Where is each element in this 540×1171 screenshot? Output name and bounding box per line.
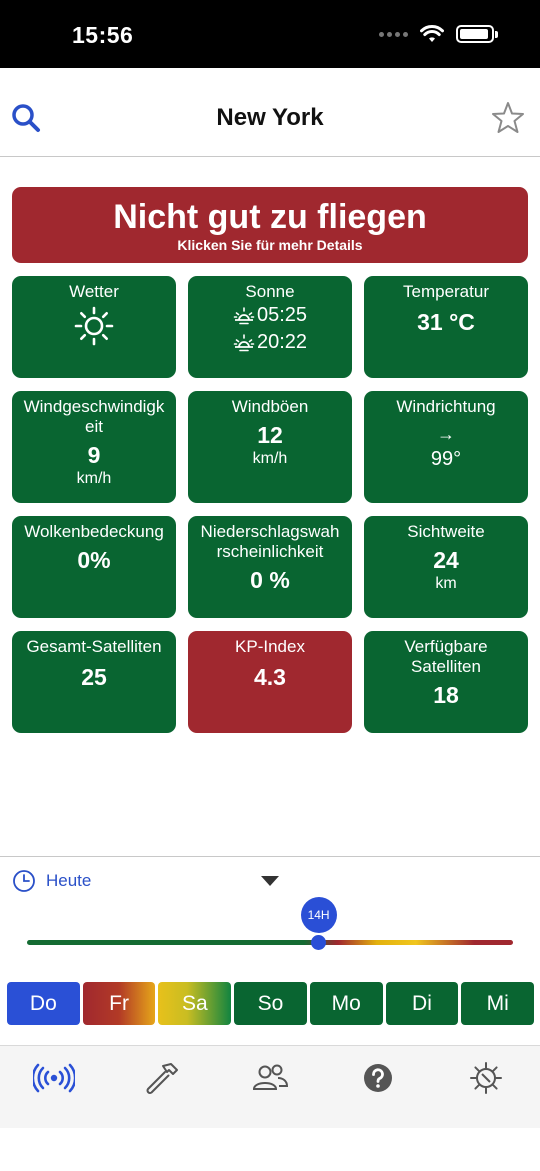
- available-satellites-card[interactable]: Verfügbare Satelliten 18: [364, 631, 528, 733]
- wind-speed-value: 9: [87, 442, 101, 468]
- sunrise-time: 05:25: [256, 304, 308, 326]
- hour-slider-thumb[interactable]: [311, 935, 327, 950]
- sunset-icon: [233, 333, 255, 351]
- card-label: Temperatur: [403, 282, 489, 301]
- page-title: New York: [216, 104, 324, 131]
- card-label: KP-Index: [235, 637, 305, 656]
- wind-direction-value: 99°: [430, 448, 462, 470]
- available-satellites-value: 18: [433, 682, 459, 708]
- cloud-cover-card[interactable]: Wolkenbedeckung 0%: [12, 516, 176, 618]
- tab-signal[interactable]: [32, 1060, 76, 1096]
- wind-gusts-card[interactable]: Windböen 12 km/h: [188, 391, 352, 503]
- tab-settings[interactable]: [464, 1060, 508, 1096]
- card-label: Gesamt-Satelliten: [26, 637, 162, 656]
- wind-direction-card[interactable]: Windrichtung → 99°: [364, 391, 528, 503]
- card-label: Windrichtung: [396, 397, 496, 416]
- card-label: Niederschlagswahrscheinlichkeit: [200, 522, 340, 561]
- divider: [0, 856, 540, 857]
- clock-icon: [13, 870, 35, 892]
- wind-direction-arrow-icon: →: [437, 424, 455, 444]
- total-satellites-value: 25: [81, 664, 107, 690]
- day-button-sa[interactable]: Sa: [158, 982, 232, 1025]
- radio-signal-icon: [33, 1063, 75, 1093]
- favorite-star-icon[interactable]: [490, 100, 526, 136]
- tab-help[interactable]: [356, 1060, 400, 1096]
- sunrise-row: 05:25: [188, 302, 352, 329]
- sun-icon: [74, 306, 114, 346]
- cellular-signal-icon: [379, 31, 408, 37]
- day-button-so[interactable]: So: [234, 982, 307, 1025]
- flight-status-banner[interactable]: Nicht gut zu fliegen Klicken Sie für meh…: [12, 187, 528, 263]
- hammer-icon: [146, 1063, 178, 1094]
- card-label: Verfügbare Satelliten: [404, 637, 488, 676]
- kp-index-card[interactable]: KP-Index 4.3: [188, 631, 352, 733]
- hour-indicator: 14H: [300, 897, 337, 933]
- status-time: 15:56: [72, 22, 134, 48]
- status-bar: 15:56: [0, 0, 540, 68]
- day-button-mo[interactable]: Mo: [309, 982, 383, 1025]
- total-satellites-card[interactable]: Gesamt-Satelliten 25: [12, 631, 176, 733]
- wind-speed-unit: km/h: [76, 470, 112, 487]
- cloud-cover-value: 0%: [77, 547, 111, 573]
- card-label: Sichtweite: [407, 522, 485, 541]
- sunrise-icon: [233, 306, 255, 324]
- date-label: Heute: [46, 871, 92, 890]
- day-button-mi[interactable]: Mi: [461, 982, 535, 1025]
- hour-slider-track[interactable]: [27, 940, 513, 945]
- tab-tools[interactable]: [140, 1060, 184, 1096]
- status-icons: [379, 25, 498, 43]
- flight-status-title: Nicht gut zu fliegen: [113, 198, 427, 236]
- weather-card[interactable]: Wetter: [12, 276, 176, 378]
- nav-bar: New York: [0, 68, 540, 157]
- wind-gusts-value: 12: [257, 422, 283, 448]
- wind-speed-card[interactable]: Windgeschwindigkeit 9 km/h: [12, 391, 176, 503]
- temperature-card[interactable]: Temperatur 31 °C: [364, 276, 528, 378]
- day-button-do[interactable]: Do: [7, 982, 80, 1025]
- wind-gusts-unit: km/h: [252, 450, 288, 467]
- wifi-icon: [420, 25, 444, 42]
- day-button-di[interactable]: Di: [385, 982, 459, 1025]
- day-button-fr[interactable]: Fr: [82, 982, 156, 1025]
- people-icon: [252, 1064, 289, 1090]
- sun-card[interactable]: Sonne 05:25 20:22: [188, 276, 352, 378]
- sunset-time: 20:22: [256, 331, 308, 353]
- precipitation-value: 0 %: [250, 567, 290, 593]
- day-selector: Do Fr Sa So Mo Di Mi: [7, 982, 535, 1025]
- temperature-value: 31 °C: [417, 309, 475, 335]
- visibility-card[interactable]: Sichtweite 24 km: [364, 516, 528, 618]
- kp-index-value: 4.3: [254, 664, 286, 690]
- card-label: Windgeschwindigkeit: [23, 397, 165, 436]
- card-label: Wolkenbedeckung: [24, 522, 164, 541]
- visibility-unit: km: [435, 575, 457, 592]
- precipitation-card[interactable]: Niederschlagswahrscheinlichkeit 0 %: [188, 516, 352, 618]
- flight-status-subtitle: Klicken Sie für mehr Details: [177, 237, 363, 253]
- visibility-value: 24: [433, 547, 459, 573]
- dropdown-arrow-icon[interactable]: [261, 876, 279, 886]
- date-selector[interactable]: Heute: [12, 869, 91, 893]
- sunset-row: 20:22: [188, 329, 352, 356]
- card-label: Sonne: [245, 282, 295, 301]
- settings-icon: [470, 1062, 502, 1094]
- help-icon: [364, 1064, 392, 1092]
- card-label: Wetter: [69, 282, 119, 301]
- card-label: Windböen: [231, 397, 309, 416]
- tab-bar: [0, 1045, 540, 1128]
- tab-community[interactable]: [248, 1060, 292, 1096]
- battery-icon: [456, 25, 498, 43]
